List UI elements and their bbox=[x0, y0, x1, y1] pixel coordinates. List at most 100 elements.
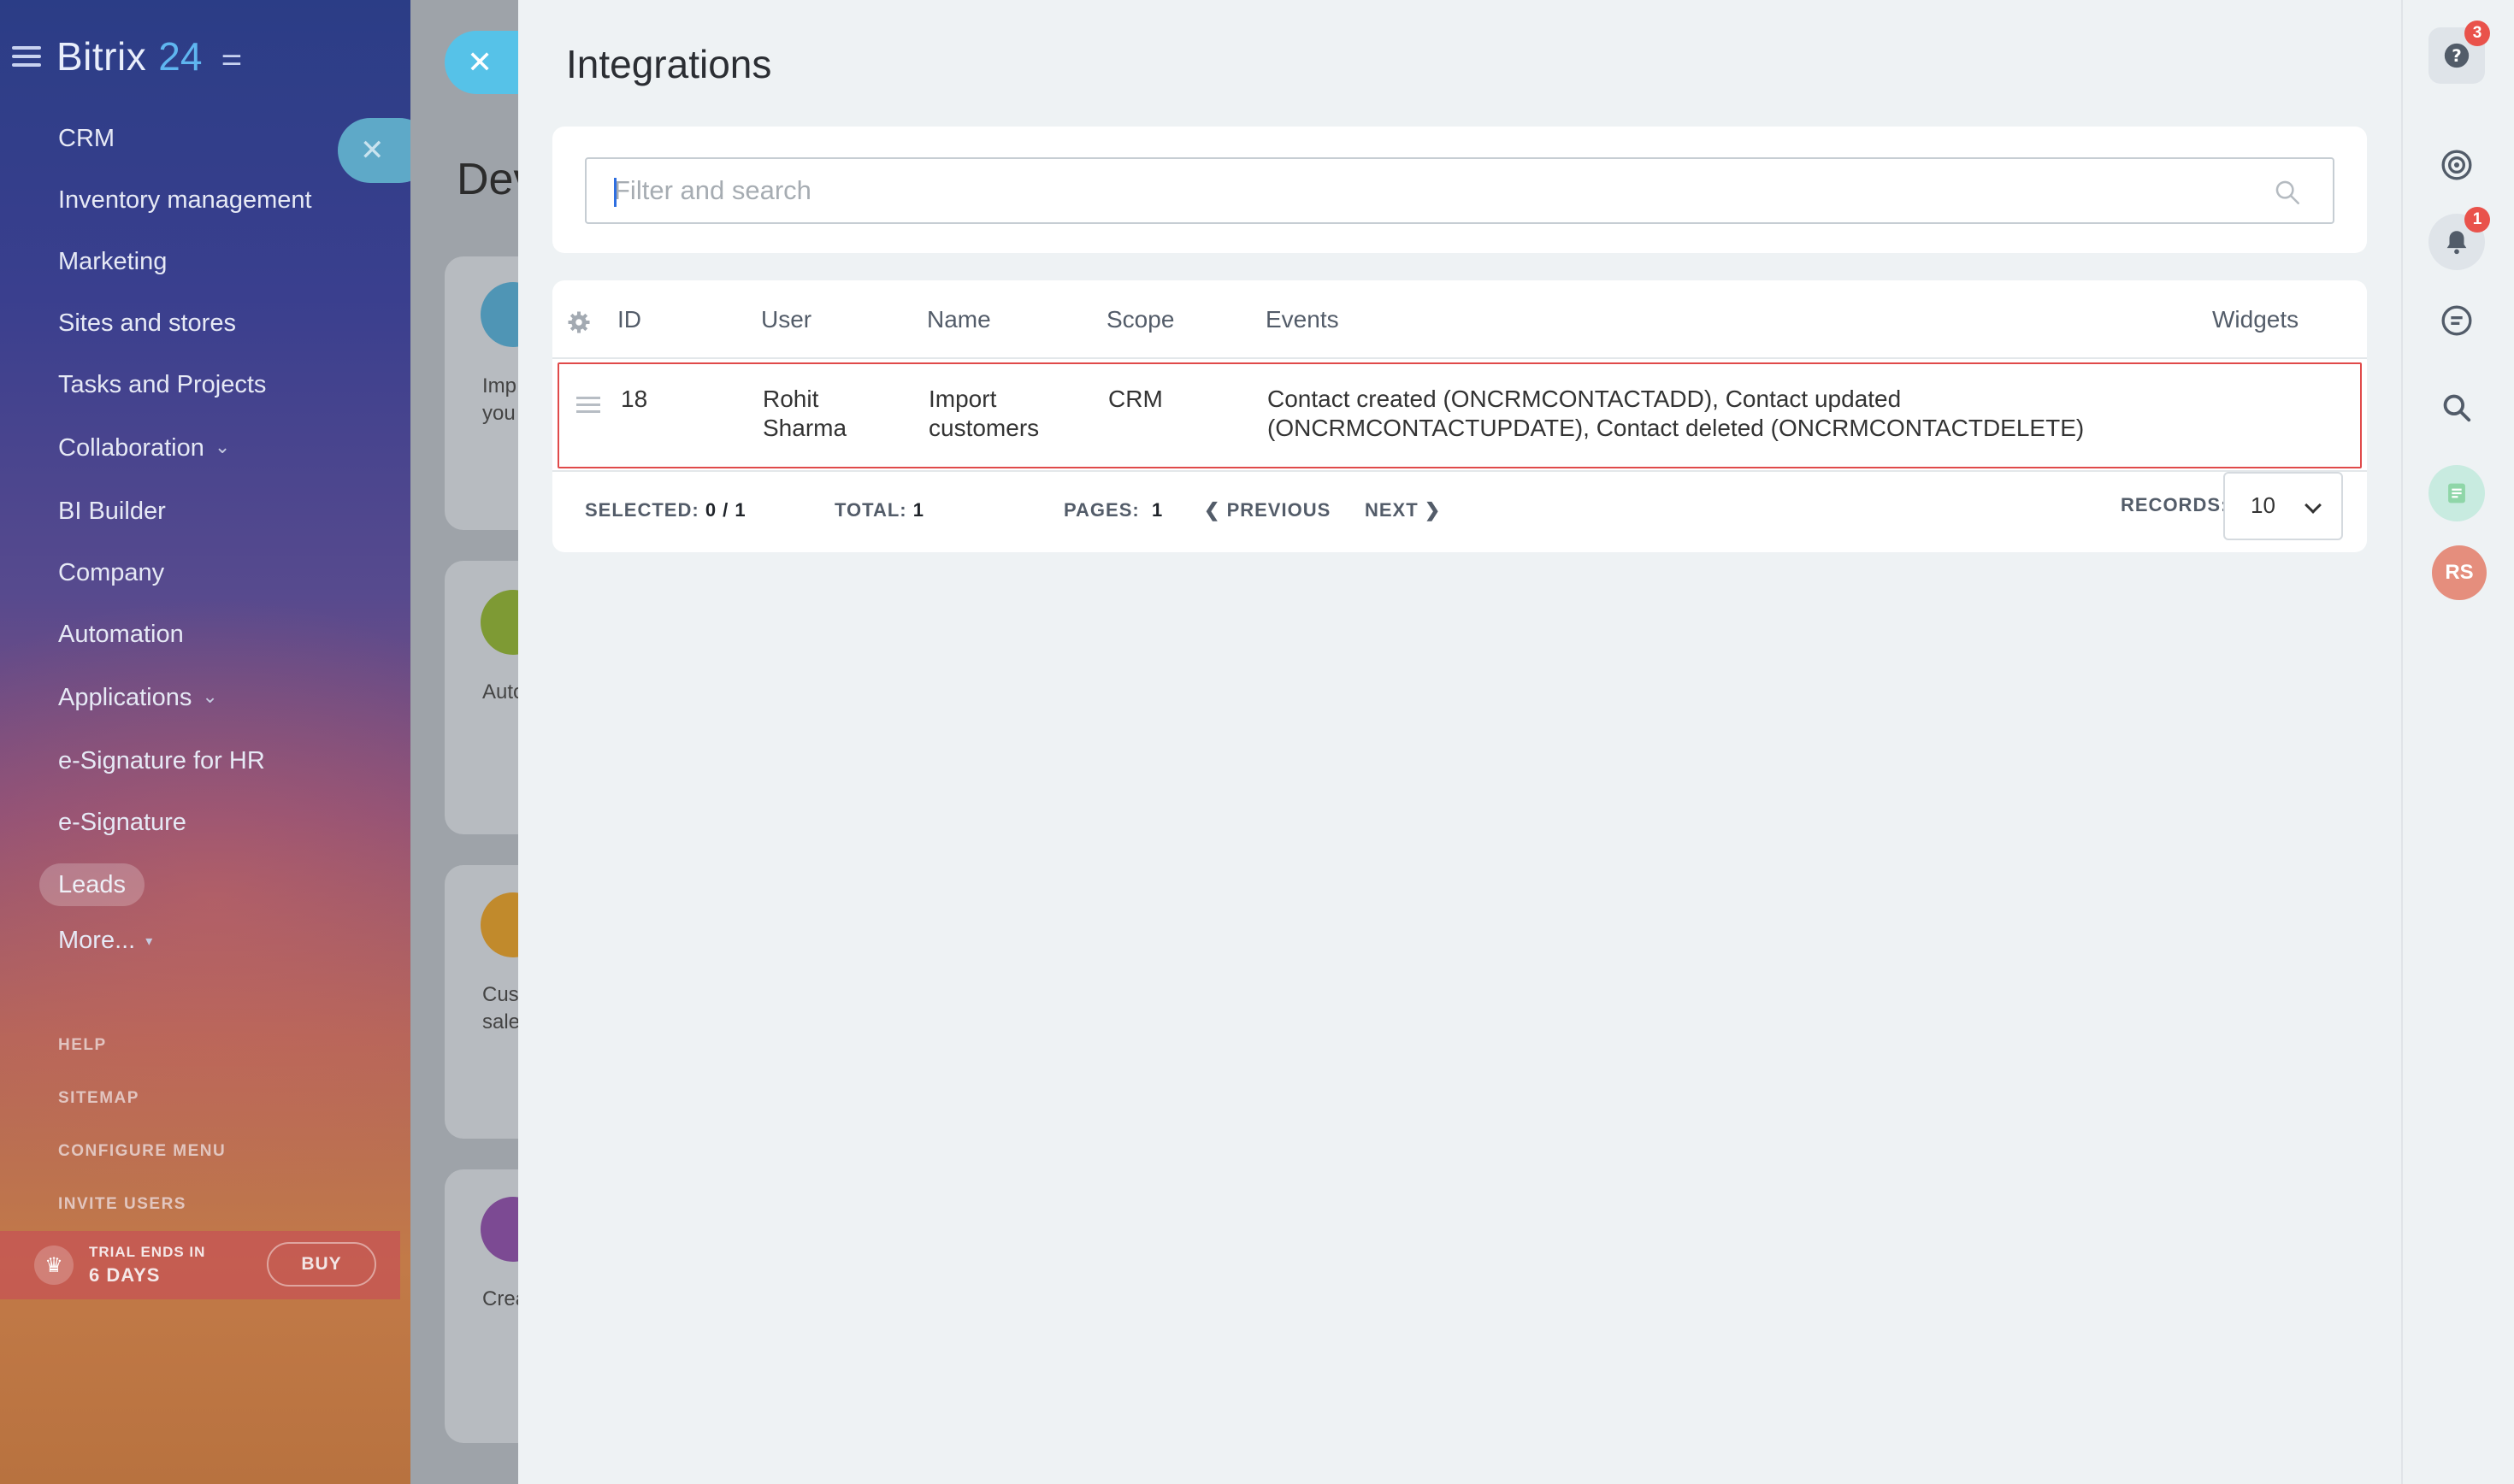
column-header-scope[interactable]: Scope bbox=[1107, 306, 1174, 333]
background-card-text: Imp you bbox=[482, 373, 516, 427]
page-title: Integrations bbox=[566, 42, 772, 86]
cell-events: Contact created (ONCRMCONTACTADD), Conta… bbox=[1267, 385, 2084, 443]
table-row[interactable]: 18 Rohit Sharma Import customers CRM Con… bbox=[558, 362, 2362, 468]
logo-number[interactable]: 24 bbox=[158, 33, 202, 80]
background-card-text-line: Cus bbox=[482, 983, 518, 1006]
sidebar-item-esignature-hr[interactable]: e-Signature for HR bbox=[58, 747, 265, 775]
sidebar-item-collaboration[interactable]: Collaboration ⌄ bbox=[58, 434, 230, 462]
svg-text:?: ? bbox=[2452, 46, 2462, 66]
trial-days: 6 DAYS bbox=[89, 1264, 161, 1286]
text-cursor bbox=[614, 178, 617, 207]
selected-label: SELECTED: bbox=[585, 499, 699, 521]
column-header-widgets[interactable]: Widgets bbox=[2212, 306, 2299, 333]
sidebar-item-bi-builder[interactable]: BI Builder bbox=[58, 498, 166, 526]
cell-name-line: Import bbox=[929, 386, 997, 412]
sidebar-item-label: More... bbox=[58, 927, 136, 954]
records-value: 10 bbox=[2251, 492, 2275, 518]
logo-text[interactable]: Bitrix bbox=[56, 33, 146, 80]
previous-page-button[interactable]: ❮ PREVIOUS bbox=[1204, 499, 1331, 521]
notifications-badge: 1 bbox=[2464, 207, 2490, 233]
trial-label: TRIAL ENDS IN bbox=[89, 1244, 206, 1260]
cell-id: 18 bbox=[621, 386, 648, 412]
bell-icon bbox=[2446, 231, 2467, 255]
previous-label: PREVIOUS bbox=[1226, 499, 1331, 521]
question-icon: ? bbox=[2444, 43, 2470, 68]
background-page-title: Dev bbox=[457, 155, 518, 204]
background-card-text-line: you bbox=[482, 402, 516, 425]
caret-down-icon: ▾ bbox=[145, 934, 153, 949]
search-icon[interactable] bbox=[2273, 178, 2302, 207]
cell-user: Rohit Sharma bbox=[763, 385, 847, 443]
next-page-button[interactable]: NEXT ❯ bbox=[1365, 499, 1441, 521]
sidebar-item-esignature[interactable]: e-Signature bbox=[58, 809, 186, 837]
trial-banner: ♛ TRIAL ENDS IN 6 DAYS BUY bbox=[0, 1231, 400, 1299]
cell-scope: CRM bbox=[1108, 386, 1163, 412]
gear-icon[interactable] bbox=[566, 309, 592, 335]
cell-user-line: Sharma bbox=[763, 415, 847, 441]
cell-name-line: customers bbox=[929, 415, 1040, 441]
background-page: Dev Imp you Auto Cus sale Crea bbox=[410, 0, 518, 1484]
help-link[interactable]: HELP bbox=[58, 1036, 107, 1055]
close-outer-slider-button[interactable]: ✕ bbox=[338, 118, 410, 183]
records-label: RECORDS: bbox=[2121, 494, 2228, 515]
crown-icon: ♛ bbox=[34, 1246, 74, 1285]
cell-events-line: (ONCRMCONTACTUPDATE), Contact deleted (O… bbox=[1267, 415, 2085, 441]
sidebar-item-crm[interactable]: CRM bbox=[58, 125, 115, 153]
sidebar-item-applications[interactable]: Applications ⌄ bbox=[58, 684, 218, 712]
cell-user-line: Rohit bbox=[763, 386, 819, 412]
selected-count: SELECTED: 0 / 1 bbox=[585, 499, 747, 521]
search-button[interactable] bbox=[2428, 380, 2485, 436]
logo-row: Bitrix 24 ⚌ bbox=[12, 31, 243, 82]
cell-name: Import customers bbox=[929, 385, 1039, 443]
avatar[interactable]: RS bbox=[2432, 545, 2487, 600]
buy-button[interactable]: BUY bbox=[267, 1242, 376, 1287]
configure-menu-link[interactable]: CONFIGURE MENU bbox=[58, 1142, 226, 1161]
column-header-user[interactable]: User bbox=[761, 306, 811, 333]
trial-text: TRIAL ENDS IN 6 DAYS bbox=[89, 1244, 205, 1287]
sidebar-item-company[interactable]: Company bbox=[58, 559, 164, 587]
help-badge: 3 bbox=[2464, 21, 2490, 46]
chat-button[interactable] bbox=[2428, 292, 2485, 349]
header-divider bbox=[552, 357, 2367, 359]
close-slider-button[interactable]: ✕ bbox=[445, 31, 518, 94]
sidebar-item-automation[interactable]: Automation bbox=[58, 621, 184, 649]
notes-button[interactable] bbox=[2428, 465, 2485, 521]
pages-label: PAGES: bbox=[1064, 499, 1140, 521]
settings-sliders-icon[interactable]: ⚌ bbox=[221, 43, 242, 71]
column-header-events[interactable]: Events bbox=[1266, 306, 1339, 333]
sidebar-item-tasks[interactable]: Tasks and Projects bbox=[58, 371, 266, 399]
close-icon: ✕ bbox=[360, 134, 385, 167]
invite-users-link[interactable]: INVITE USERS bbox=[58, 1195, 186, 1214]
column-header-id[interactable]: ID bbox=[617, 306, 641, 333]
column-header-name[interactable]: Name bbox=[927, 306, 991, 333]
chat-icon bbox=[2441, 305, 2472, 336]
search-input[interactable] bbox=[612, 159, 2237, 222]
menu-burger-icon[interactable] bbox=[12, 46, 41, 67]
sidebar-item-sites[interactable]: Sites and stores bbox=[58, 309, 236, 338]
background-card-text-line: Imp bbox=[482, 374, 517, 398]
total-value: 1 bbox=[912, 499, 924, 521]
activity-stream-button[interactable] bbox=[2428, 137, 2485, 193]
sidebar-item-label: Collaboration bbox=[58, 434, 204, 462]
chevron-left-icon: ❮ bbox=[1204, 499, 1221, 521]
integrations-grid: ID User Name Scope Events Widgets 18 Roh… bbox=[552, 280, 2367, 552]
row-menu-icon[interactable] bbox=[576, 397, 600, 414]
search-box[interactable] bbox=[585, 157, 2334, 224]
sitemap-link[interactable]: SITEMAP bbox=[58, 1089, 139, 1108]
activity-icon bbox=[2441, 150, 2472, 180]
records-per-page-select[interactable]: 10 bbox=[2223, 472, 2343, 540]
chevron-down-icon bbox=[2304, 497, 2322, 514]
integrations-panel: Integrations ID User Name Scope Events W… bbox=[518, 0, 2401, 1484]
sidebar-item-leads[interactable]: Leads bbox=[39, 863, 145, 906]
next-label: NEXT bbox=[1365, 499, 1419, 521]
filter-card bbox=[552, 127, 2367, 253]
pages-value: 1 bbox=[1151, 499, 1164, 521]
notifications-button[interactable]: 1 bbox=[2428, 207, 2490, 270]
help-button[interactable]: ? 3 bbox=[2428, 21, 2490, 84]
chevron-down-icon: ⌄ bbox=[214, 436, 231, 457]
sidebar-item-inventory[interactable]: Inventory management bbox=[58, 186, 312, 215]
sidebar-item-more[interactable]: More... ▾ bbox=[58, 927, 152, 955]
search-icon bbox=[2443, 394, 2471, 422]
total-label: TOTAL: bbox=[835, 499, 907, 521]
sidebar-item-marketing[interactable]: Marketing bbox=[58, 248, 167, 276]
